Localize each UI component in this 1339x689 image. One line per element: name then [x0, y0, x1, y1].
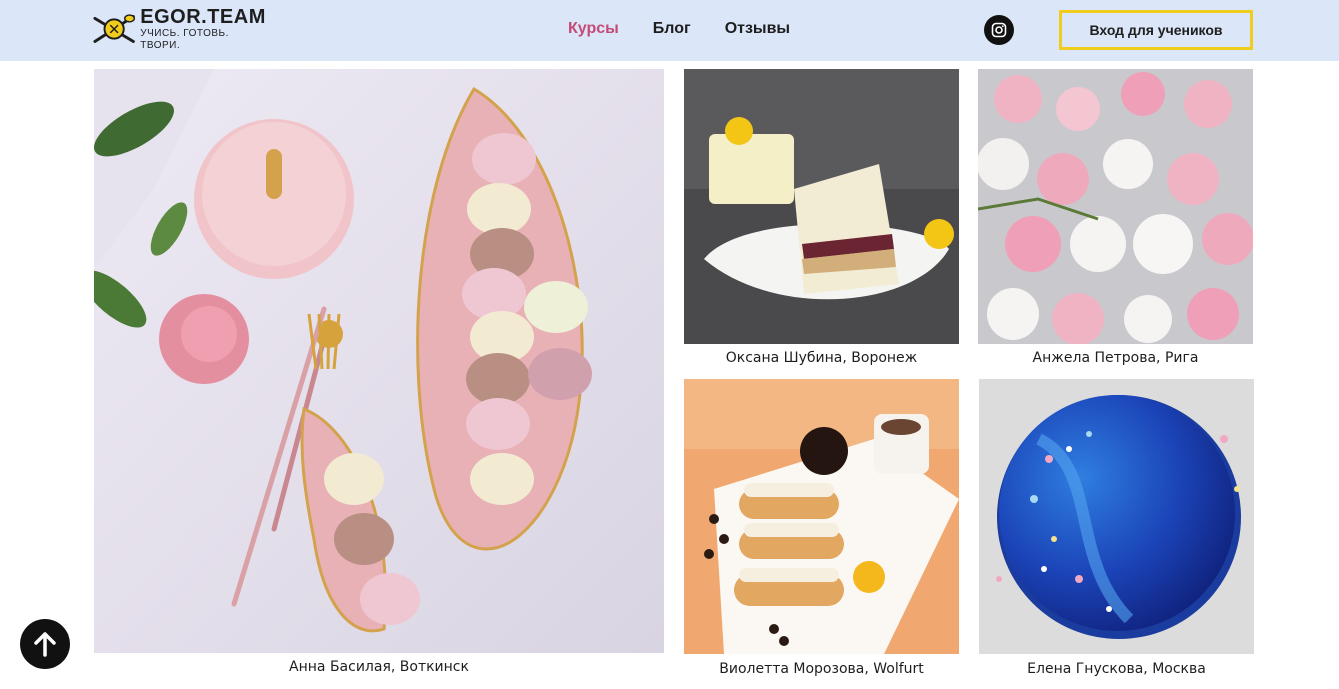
logo[interactable]: EGOR.TEAM УЧИСЬ. ГОТОВЬ. ТВОРИ. [92, 7, 267, 51]
review-photo-macarons[interactable] [94, 69, 664, 653]
review-caption-5: Елена Гнускова, Москва [1027, 661, 1206, 677]
instagram-icon[interactable] [984, 15, 1014, 45]
review-photo-eclairs[interactable] [684, 379, 959, 654]
main-nav: Курсы Блог Отзывы [568, 20, 790, 38]
review-caption-4: Виолетта Морозова, Wolfurt [719, 661, 924, 677]
scroll-top-button[interactable] [20, 619, 70, 669]
review-photo-zefir[interactable] [978, 69, 1253, 344]
site-header: EGOR.TEAM УЧИСЬ. ГОТОВЬ. ТВОРИ. Курсы Бл… [0, 0, 1339, 61]
nav-link-blog[interactable]: Блог [653, 20, 691, 38]
logo-tagline: УЧИСЬ. ГОТОВЬ. ТВОРИ. [140, 27, 229, 51]
nav-link-reviews[interactable]: Отзывы [725, 20, 790, 38]
review-caption-1: Анна Басилая, Воткинск [289, 659, 469, 675]
logo-title: EGOR.TEAM [140, 5, 266, 28]
student-login-button[interactable]: Вход для учеников [1059, 10, 1253, 50]
arrow-up-icon [34, 632, 56, 657]
review-photo-mousse-cake[interactable] [684, 69, 959, 344]
review-caption-2: Оксана Шубина, Воронеж [725, 350, 918, 366]
review-caption-3: Анжела Петрова, Рига [1032, 350, 1199, 366]
logo-whisk-spoon-icon [93, 14, 136, 43]
review-photo-blue-cake[interactable] [979, 379, 1254, 654]
nav-link-courses[interactable]: Курсы [568, 20, 619, 38]
